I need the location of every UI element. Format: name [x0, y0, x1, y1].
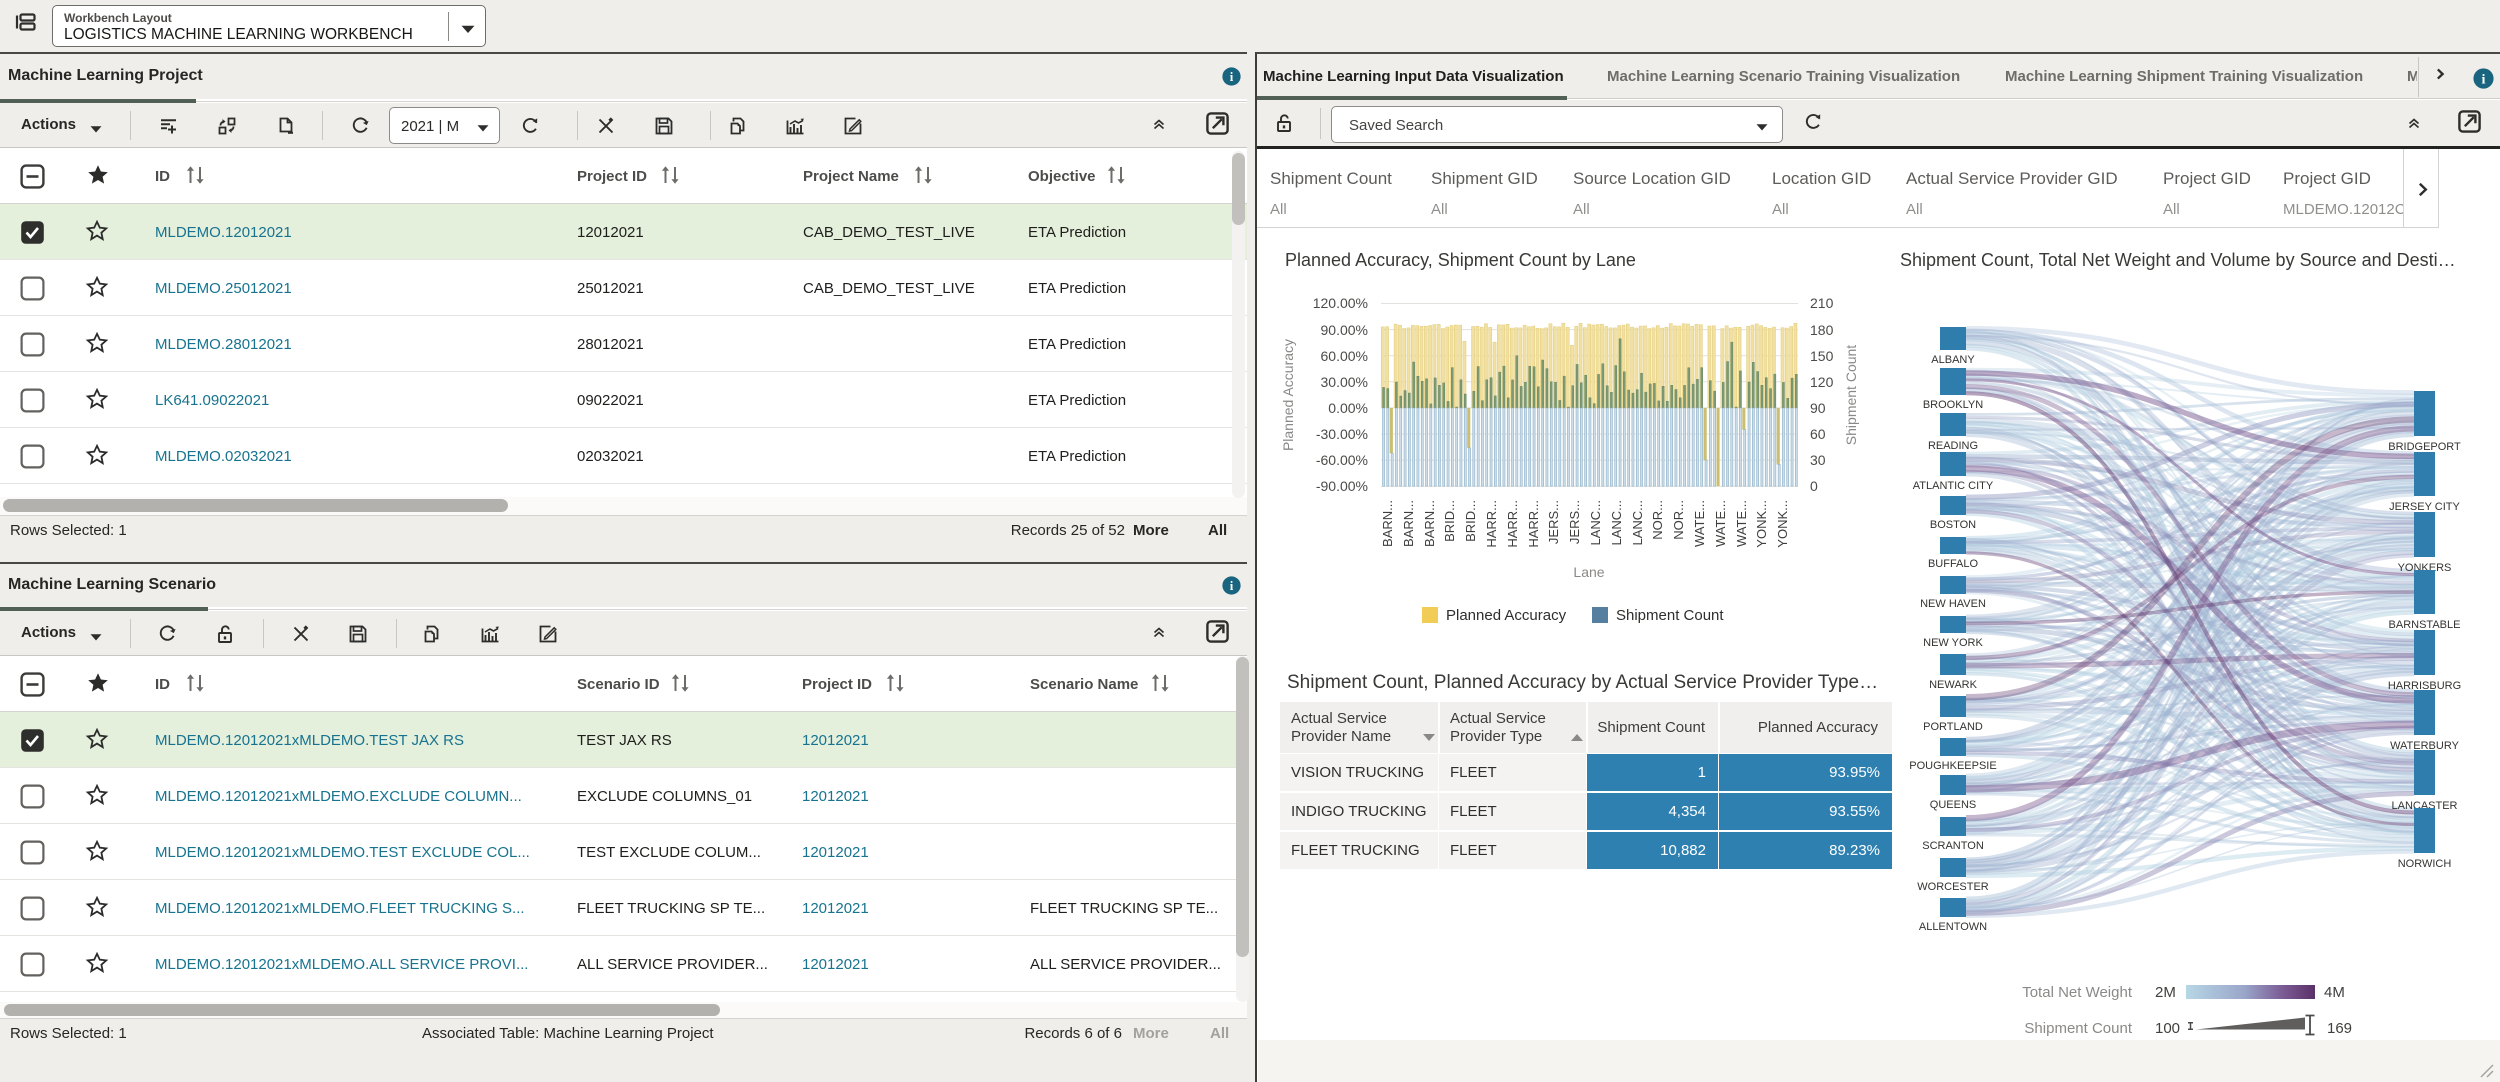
- svg-text:SCRANTON: SCRANTON: [1922, 840, 1984, 852]
- svg-text:NORWICH: NORWICH: [2398, 858, 2452, 870]
- svg-text:PORTLAND: PORTLAND: [1923, 721, 1983, 733]
- svg-text:QUEENS: QUEENS: [1930, 799, 1976, 811]
- svg-text:ATLANTIC CITY: ATLANTIC CITY: [1913, 480, 1994, 492]
- svg-text:NEWARK: NEWARK: [1929, 679, 1978, 691]
- svg-text:BOSTON: BOSTON: [1930, 519, 1976, 531]
- svg-text:ALBANY: ALBANY: [1931, 354, 1975, 366]
- svg-text:POUGHKEEPSIE: POUGHKEEPSIE: [1909, 760, 1996, 772]
- svg-text:JERSEY CITY: JERSEY CITY: [2389, 501, 2460, 513]
- svg-text:WORCESTER: WORCESTER: [1917, 881, 1989, 893]
- svg-text:NEW HAVEN: NEW HAVEN: [1920, 598, 1986, 610]
- svg-text:NEW YORK: NEW YORK: [1923, 637, 1983, 649]
- svg-text:BROOKLYN: BROOKLYN: [1923, 399, 1983, 411]
- svg-text:READING: READING: [1928, 440, 1978, 452]
- svg-text:BUFFALO: BUFFALO: [1928, 558, 1979, 570]
- svg-text:BARNSTABLE: BARNSTABLE: [2389, 619, 2461, 631]
- svg-text:BRIDGEPORT: BRIDGEPORT: [2388, 441, 2461, 453]
- svg-text:ALLENTOWN: ALLENTOWN: [1919, 921, 1987, 933]
